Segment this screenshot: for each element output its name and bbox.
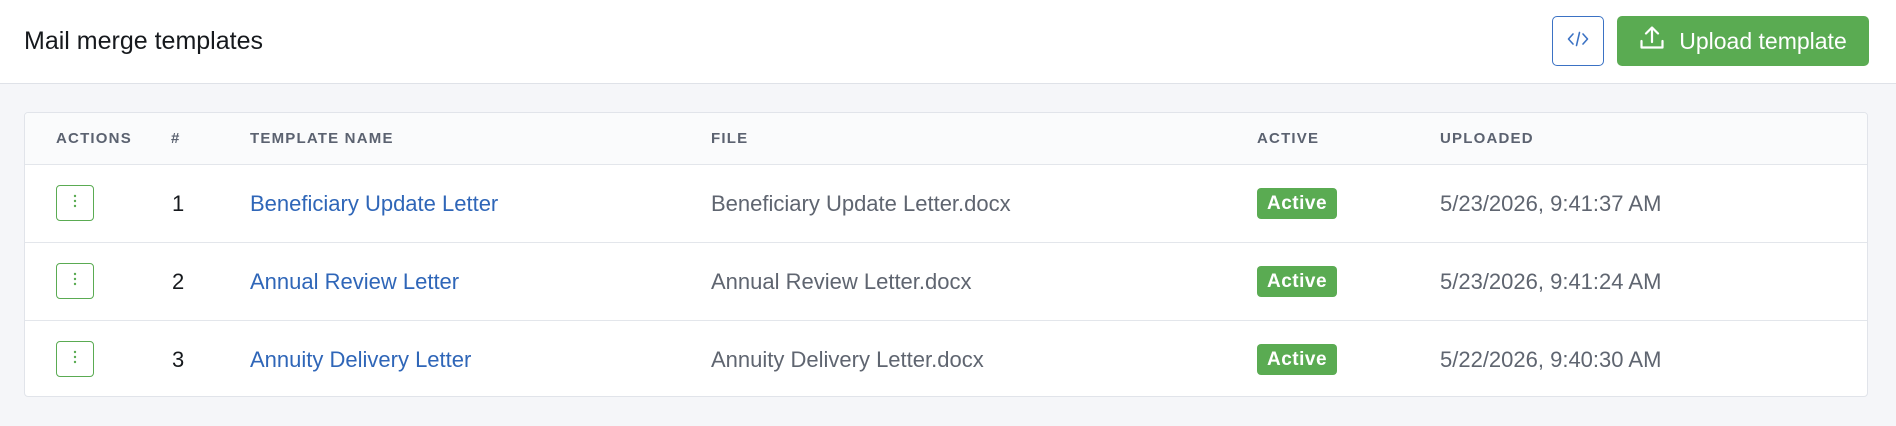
row-actions-button[interactable] <box>56 185 94 221</box>
row-actions-button[interactable] <box>56 341 94 377</box>
uploaded-timestamp: 5/23/2026, 9:41:37 AM <box>1440 191 1662 216</box>
table-row: 1 Beneficiary Update Letter Beneficiary … <box>25 165 1867 243</box>
status-badge: Active <box>1257 188 1338 219</box>
row-index: 1 <box>172 191 185 216</box>
column-header-template-name: TEMPLATE NAME <box>250 130 394 147</box>
more-vertical-icon <box>73 272 77 291</box>
status-badge: Active <box>1257 344 1338 375</box>
table-row: 3 Annuity Delivery Letter Annuity Delive… <box>25 321 1867 396</box>
template-name-link[interactable]: Annuity Delivery Letter <box>250 321 471 396</box>
column-header-active: ACTIVE <box>1257 130 1320 147</box>
file-name: Annual Review Letter.docx <box>711 269 972 294</box>
more-vertical-icon <box>73 350 77 369</box>
column-header-index: # <box>171 130 181 147</box>
column-header-uploaded: UPLOADED <box>1440 130 1534 147</box>
row-index: 3 <box>172 347 185 372</box>
code-icon <box>1567 31 1589 52</box>
upload-icon <box>1639 25 1665 57</box>
more-vertical-icon <box>73 194 77 213</box>
page-title: Mail merge templates <box>24 27 263 55</box>
templates-table: ACTIONS # TEMPLATE NAME FILE ACTIVE UPLO… <box>24 112 1868 397</box>
page: Mail merge templates Upload template ACT… <box>0 0 1896 426</box>
uploaded-timestamp: 5/23/2026, 9:41:24 AM <box>1440 269 1662 294</box>
column-header-actions: ACTIONS <box>56 130 132 147</box>
template-name-link[interactable]: Beneficiary Update Letter <box>250 165 498 242</box>
file-name: Beneficiary Update Letter.docx <box>711 191 1011 216</box>
table-row: 2 Annual Review Letter Annual Review Let… <box>25 243 1867 321</box>
status-badge: Active <box>1257 266 1338 297</box>
table-header: ACTIONS # TEMPLATE NAME FILE ACTIVE UPLO… <box>25 113 1867 165</box>
upload-template-button[interactable]: Upload template <box>1617 16 1869 66</box>
page-header: Mail merge templates Upload template <box>0 0 1896 84</box>
embed-code-button[interactable] <box>1552 16 1604 66</box>
row-actions-button[interactable] <box>56 263 94 299</box>
column-header-file: FILE <box>711 130 749 147</box>
file-name: Annuity Delivery Letter.docx <box>711 347 984 372</box>
uploaded-timestamp: 5/22/2026, 9:40:30 AM <box>1440 347 1662 372</box>
row-index: 2 <box>172 269 185 294</box>
template-name-link[interactable]: Annual Review Letter <box>250 243 459 320</box>
upload-template-label: Upload template <box>1679 27 1847 54</box>
